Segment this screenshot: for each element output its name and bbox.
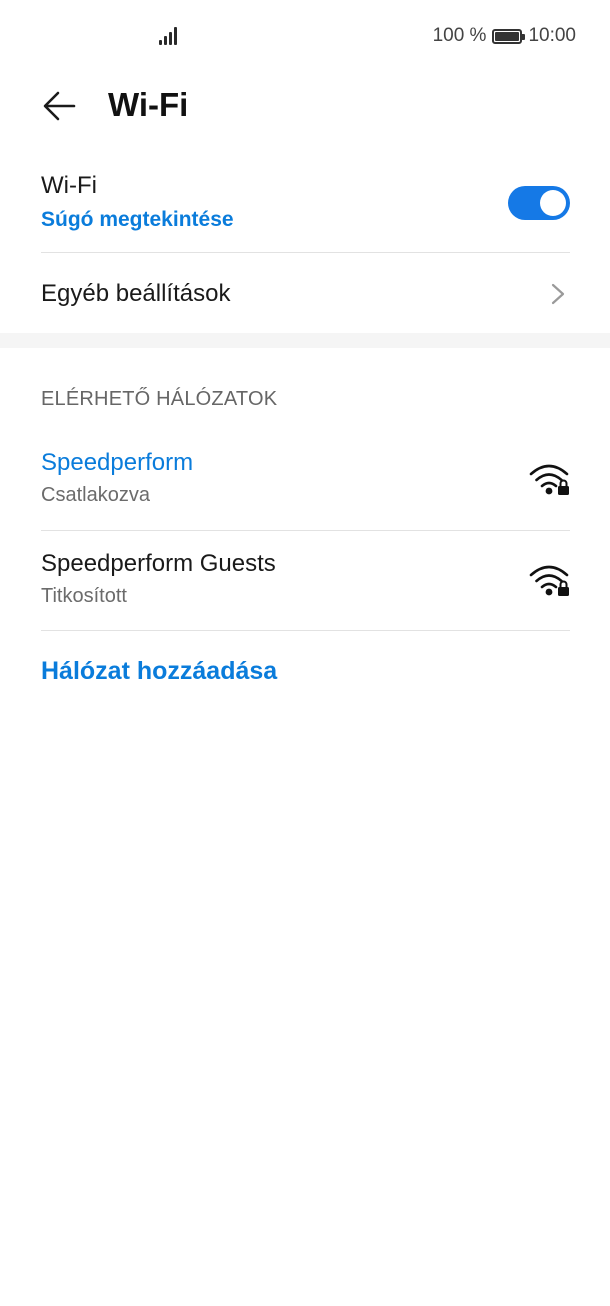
status-right: 100 % 10:00: [433, 25, 576, 47]
add-network-button[interactable]: Hálózat hozzáadása: [41, 657, 570, 686]
network-item[interactable]: Speedperform Csatlakozva: [41, 449, 570, 507]
signal-strength-icon: [159, 27, 181, 45]
toggle-knob: [540, 190, 566, 216]
divider: [41, 530, 570, 531]
network-name: Speedperform: [41, 449, 194, 476]
clock: 10:00: [528, 25, 576, 46]
arrow-left-icon: [43, 91, 76, 121]
divider: [41, 252, 570, 253]
network-item[interactable]: Speedperform Guests Titkosított: [41, 550, 570, 608]
wifi-locked-icon: [529, 464, 569, 495]
page-title: Wi-Fi: [108, 86, 189, 123]
other-settings-label: Egyéb beállítások: [41, 280, 231, 307]
divider: [41, 630, 570, 631]
wifi-locked-icon: [529, 565, 569, 596]
wifi-toggle-row[interactable]: Wi-Fi Súgó megtekintése: [41, 172, 570, 232]
wifi-label: Wi-Fi: [41, 172, 97, 199]
network-name: Speedperform Guests: [41, 550, 276, 577]
battery-icon: [492, 28, 526, 44]
section-heading: ELÉRHETŐ HÁLÓZATOK: [41, 388, 278, 410]
app-bar: Wi-Fi: [0, 78, 610, 134]
battery-percent: 100 %: [432, 25, 487, 46]
back-button[interactable]: [40, 86, 80, 126]
wifi-toggle[interactable]: [508, 186, 570, 220]
help-link[interactable]: Súgó megtekintése: [41, 208, 570, 232]
network-status: Titkosított: [41, 585, 127, 607]
other-settings-row[interactable]: Egyéb beállítások: [41, 280, 570, 308]
network-status: Csatlakozva: [41, 484, 150, 506]
add-network-row[interactable]: Hálózat hozzáadása: [41, 657, 570, 686]
status-bar: 100 % 10:00: [0, 0, 610, 70]
section-separator: [0, 333, 610, 348]
chevron-right-icon: [551, 283, 565, 305]
